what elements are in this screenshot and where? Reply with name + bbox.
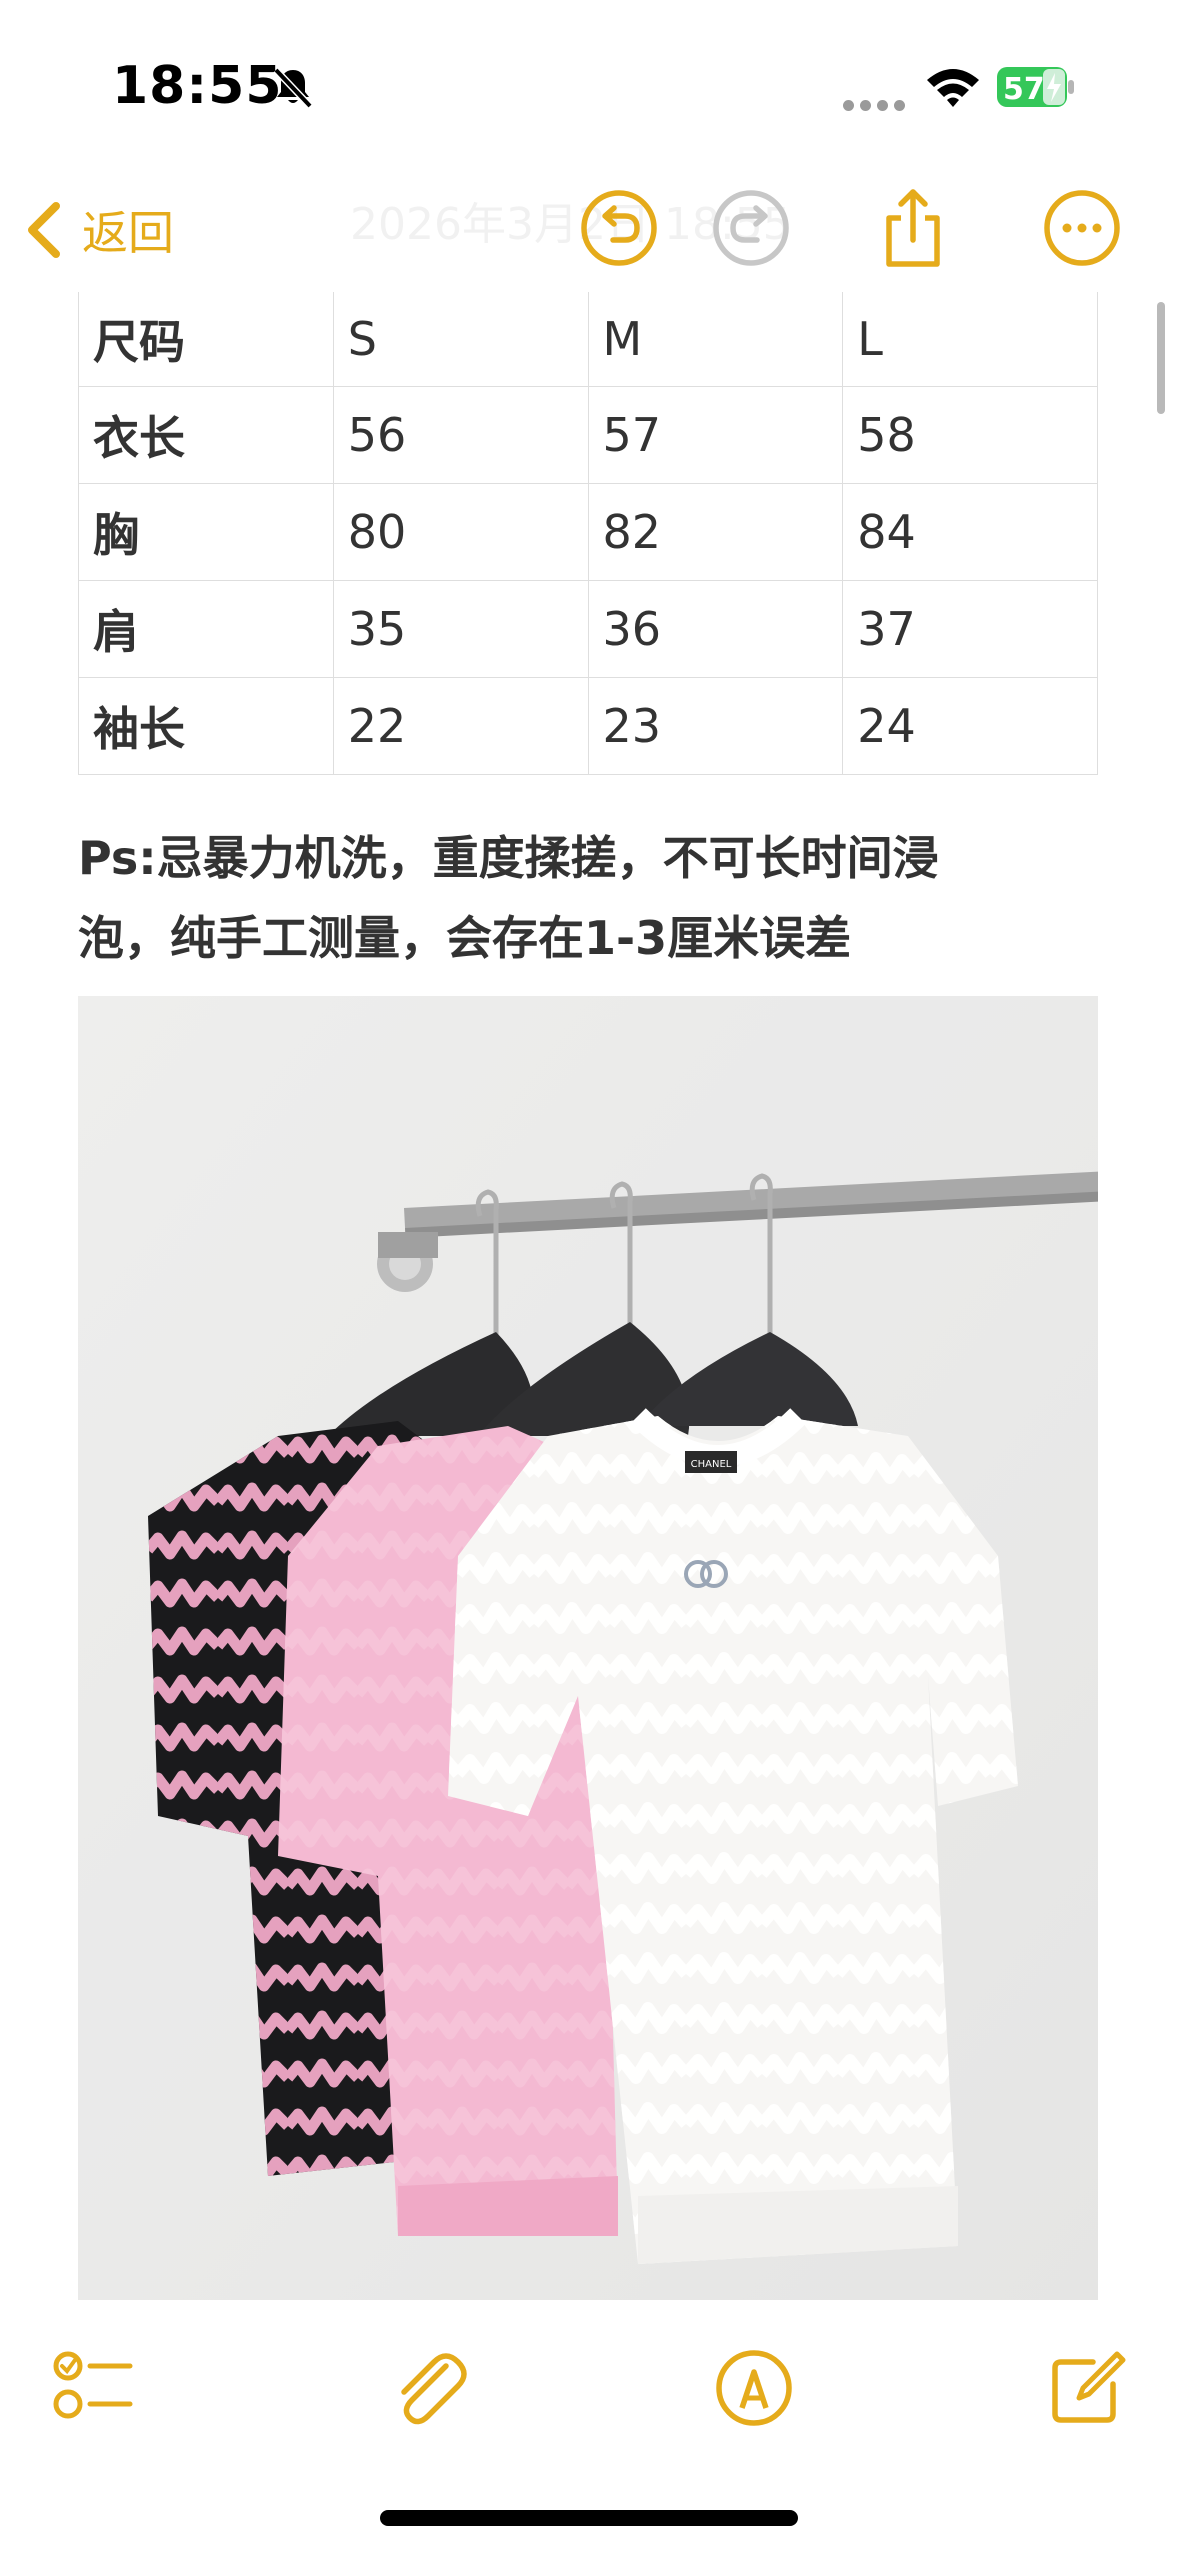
battery-level: 57 xyxy=(1003,72,1045,107)
table-cell: 57 xyxy=(587,386,844,484)
table-row: 衣长 56 57 58 xyxy=(78,386,1098,484)
battery-icon: 57 xyxy=(997,67,1074,107)
checklist-icon[interactable] xyxy=(52,2346,136,2430)
status-bar: 18:55 57 xyxy=(0,0,1179,170)
table-cell: 22 xyxy=(332,677,589,775)
compose-icon[interactable] xyxy=(1045,2346,1129,2430)
product-photo[interactable]: CHANEL xyxy=(78,996,1098,2300)
table-cell: 84 xyxy=(842,483,1098,581)
table-cell: 80 xyxy=(332,483,589,581)
table-row: 肩 35 36 37 xyxy=(78,580,1098,678)
table-cell: 36 xyxy=(587,580,844,678)
wifi-icon xyxy=(927,69,979,107)
attachment-icon[interactable] xyxy=(386,2346,470,2430)
table-row: 尺码 S M L xyxy=(78,292,1098,387)
redo-icon[interactable] xyxy=(709,186,793,270)
table-cell: 袖长 xyxy=(78,677,334,775)
note-line: 泡，纯手工测量，会存在1-3厘米误差 xyxy=(78,911,852,965)
table-cell: 56 xyxy=(332,386,589,484)
table-row: 胸 80 82 84 xyxy=(78,483,1098,581)
table-cell: 23 xyxy=(587,677,844,775)
note-text[interactable]: Ps:忌暴力机洗，重度揉搓，不可长时间浸 泡，纯手工测量，会存在1-3厘米误差 xyxy=(78,818,1108,978)
table-row: 袖长 22 23 24 xyxy=(78,677,1098,775)
table-cell: S xyxy=(332,292,589,387)
bottom-toolbar xyxy=(0,2320,1179,2556)
table-cell: 24 xyxy=(842,677,1098,775)
nav-bar: 2026年3月2日 18:55 返回 xyxy=(0,170,1179,290)
table-cell: 肩 xyxy=(78,580,334,678)
table-cell: 35 xyxy=(332,580,589,678)
table-cell: M xyxy=(587,292,844,387)
bell-slash-icon xyxy=(273,67,313,109)
scroll-indicator[interactable] xyxy=(1157,302,1165,414)
table-cell: 58 xyxy=(842,386,1098,484)
share-icon[interactable] xyxy=(871,186,955,270)
back-button[interactable]: 返回 xyxy=(22,190,174,270)
cellular-dots-icon xyxy=(843,96,911,115)
markup-icon[interactable] xyxy=(712,2346,796,2430)
size-table: 尺码 S M L 衣长 56 57 58 胸 80 82 84 肩 35 36 … xyxy=(78,292,1098,775)
table-cell: L xyxy=(842,292,1098,387)
note-line: Ps:忌暴力机洗，重度揉搓，不可长时间浸 xyxy=(78,831,939,885)
more-icon[interactable] xyxy=(1040,186,1124,270)
table-cell: 衣长 xyxy=(78,386,334,484)
table-cell: 尺码 xyxy=(78,292,334,387)
status-time: 18:55 xyxy=(112,56,283,116)
table-cell: 82 xyxy=(587,483,844,581)
undo-icon[interactable] xyxy=(577,186,661,270)
product-photo-illustration: CHANEL xyxy=(78,996,1098,2300)
brand-tag: CHANEL xyxy=(691,1459,732,1470)
home-indicator[interactable] xyxy=(380,2510,798,2526)
table-cell: 胸 xyxy=(78,483,334,581)
table-cell: 37 xyxy=(842,580,1098,678)
back-chevron-icon xyxy=(28,202,60,258)
back-label: 返回 xyxy=(82,206,174,260)
